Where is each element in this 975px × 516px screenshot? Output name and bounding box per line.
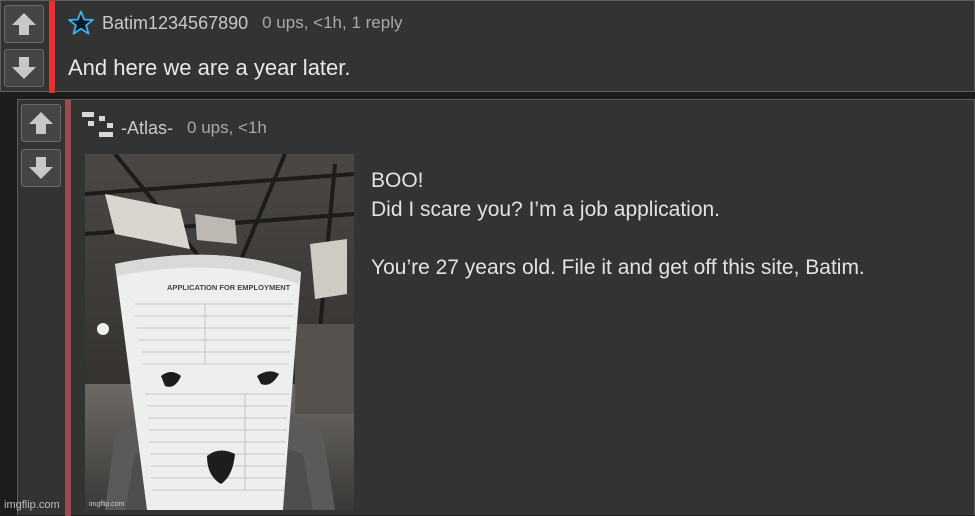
comment-stats: 0 ups, <1h, 1 reply	[262, 13, 403, 32]
comment-reply: -Atlas- 0 ups, <1h APPLICATION FOR EMPLO…	[17, 99, 975, 516]
reply-line: Did I scare you? I’m a job application.	[371, 198, 721, 221]
upvote-button[interactable]	[21, 104, 61, 142]
upvote-button[interactable]	[4, 5, 44, 43]
down-arrow-icon	[12, 57, 36, 79]
up-arrow-icon	[12, 13, 36, 35]
comment-accent-stripe	[49, 1, 55, 93]
reply-line	[371, 224, 865, 253]
comment-parent: Batim1234567890 0 ups, <1h, 1 reply And …	[0, 0, 975, 93]
page-watermark: imgflip.com	[4, 499, 60, 511]
comment-username[interactable]: Batim1234567890	[102, 13, 248, 34]
form-title: APPLICATION FOR EMPLOYMENT	[167, 283, 291, 292]
up-arrow-icon	[29, 112, 53, 134]
down-arrow-icon	[29, 157, 53, 179]
reply-meta: -Atlas- 0 ups, <1h	[81, 110, 267, 146]
downvote-button[interactable]	[21, 149, 61, 187]
reply-stats: 0 ups, <1h	[187, 118, 267, 137]
comment-meta: Batim1234567890 0 ups, <1h, 1 reply	[68, 10, 402, 36]
pixel-avatar-icon	[82, 112, 113, 137]
reply-username[interactable]: -Atlas-	[121, 118, 173, 139]
image-watermark: imgflip.com	[89, 501, 125, 508]
job-application-photo: APPLICATION FOR EMPLOYMENT imgflip.com	[85, 154, 354, 510]
comment-body: And here we are a year later.	[68, 55, 351, 80]
reply-line: You’re 27 years old. File it and get off…	[371, 256, 865, 279]
reply-image: APPLICATION FOR EMPLOYMENT imgflip.com	[85, 154, 354, 510]
reply-body: BOO! Did I scare you? I’m a job applicat…	[371, 166, 865, 282]
comment-accent-stripe	[65, 100, 71, 516]
reply-line: BOO!	[371, 169, 424, 192]
downvote-button[interactable]	[4, 49, 44, 87]
star-icon	[68, 10, 94, 35]
